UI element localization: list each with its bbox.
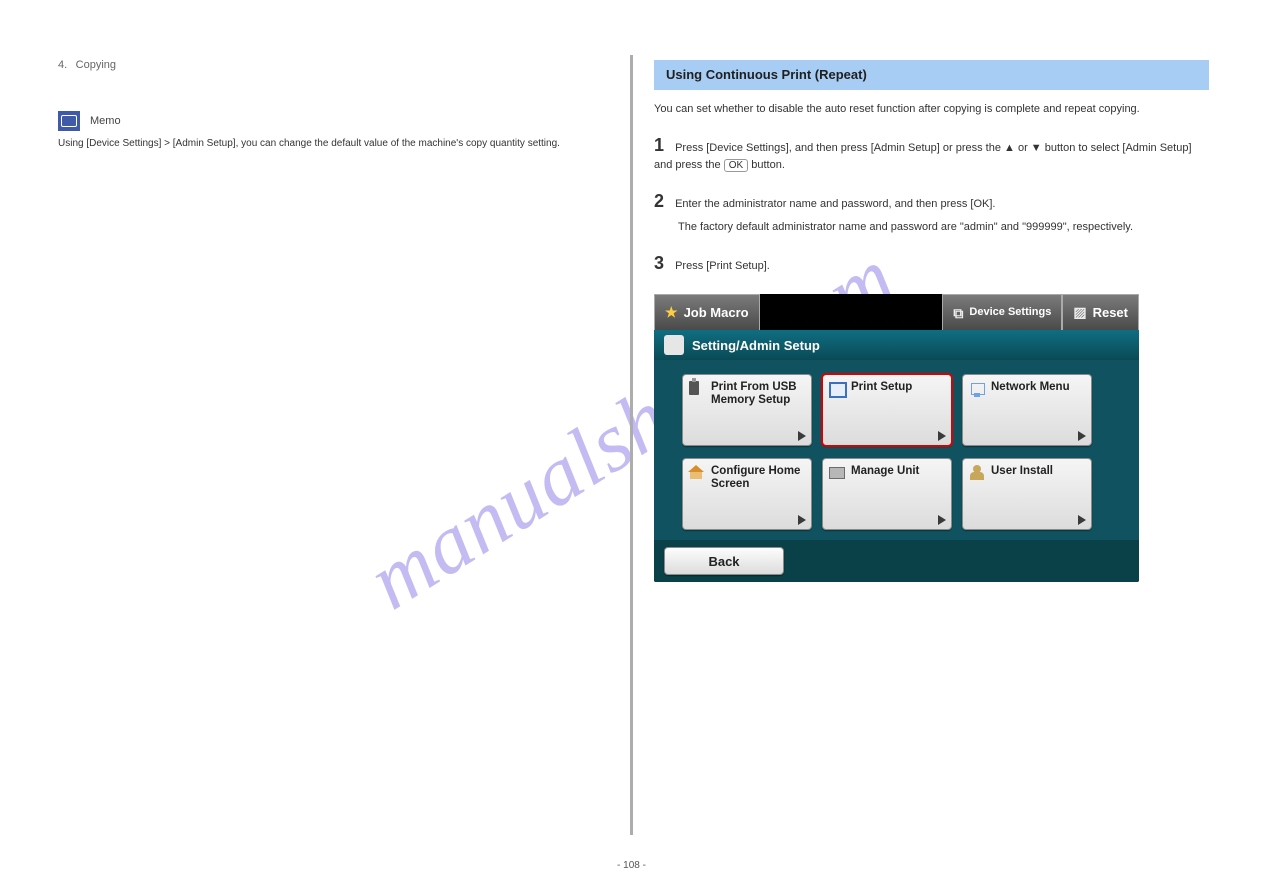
device-screenshot: ★ Job Macro ⧉ Device Settings ▨ Reset Se… <box>654 294 1139 582</box>
chevron-right-icon <box>938 431 946 441</box>
device-settings-icon: ⧉ <box>953 306 963 320</box>
step-2-number: 2 <box>654 191 664 211</box>
tile-user-install[interactable]: User Install <box>962 458 1092 530</box>
memo-body-text: Using [Device Settings] > [Admin Setup],… <box>58 137 578 151</box>
intro-paragraph: You can set whether to disable the auto … <box>654 102 1209 118</box>
tile-label: Manage Unit <box>851 465 919 477</box>
chevron-right-icon <box>1078 515 1086 525</box>
gear-icon <box>664 335 684 355</box>
tile-network-menu[interactable]: Network Menu <box>962 374 1092 446</box>
tile-print-from-usb[interactable]: Print From USB Memory Setup <box>682 374 812 446</box>
step-3: 3 Press [Print Setup]. <box>654 250 1209 276</box>
tile-label: User Install <box>991 465 1053 477</box>
memo-row: Memo <box>58 111 588 131</box>
usb-icon <box>689 381 707 399</box>
tab-spacer <box>760 294 943 330</box>
ok-button-ref: OK <box>724 159 748 172</box>
step-3-number: 3 <box>654 253 664 273</box>
star-icon: ★ <box>665 304 678 321</box>
step-1-number: 1 <box>654 135 664 155</box>
tile-label: Network Menu <box>991 381 1070 393</box>
step-1-text-b: button. <box>751 159 785 171</box>
net-icon <box>969 381 987 399</box>
tile-label: Configure Home Screen <box>711 465 800 490</box>
step-3-text: Press [Print Setup]. <box>675 260 770 272</box>
reset-icon: ▨ <box>1073 304 1086 321</box>
right-column: Using Continuous Print (Repeat) You can … <box>654 60 1209 582</box>
chevron-right-icon <box>798 431 806 441</box>
step-2: 2 Enter the administrator name and passw… <box>654 188 1209 214</box>
section-title: Copying <box>76 59 116 71</box>
user-icon <box>969 465 987 483</box>
tab-job-macro-label: Job Macro <box>684 305 749 320</box>
tile-label: Print Setup <box>851 381 912 393</box>
tab-job-macro[interactable]: ★ Job Macro <box>654 294 760 330</box>
tile-print-setup[interactable]: Print Setup <box>822 374 952 446</box>
device-breadcrumb-label: Setting/Admin Setup <box>692 338 820 353</box>
tab-reset[interactable]: ▨ Reset <box>1062 294 1139 330</box>
tab-device-settings-label: Device Settings <box>969 307 1051 318</box>
chevron-right-icon <box>1078 431 1086 441</box>
device-tile-grid: Print From USB Memory Setup Print Setup Ne… <box>654 360 1139 540</box>
back-button[interactable]: Back <box>664 547 784 575</box>
step-1: 1 Press [Device Settings], and then pres… <box>654 132 1209 174</box>
mgr-icon <box>829 465 847 483</box>
column-divider <box>630 55 633 835</box>
home-icon <box>689 465 707 483</box>
page-number: - 108 - <box>617 860 646 871</box>
tile-manage-unit[interactable]: Manage Unit <box>822 458 952 530</box>
tab-device-settings[interactable]: ⧉ Device Settings <box>942 294 1062 330</box>
device-bottom-bar: Back <box>654 540 1139 582</box>
tab-reset-label: Reset <box>1093 305 1128 320</box>
section-blue-heading: Using Continuous Print (Repeat) <box>654 60 1209 90</box>
print-icon <box>829 381 847 399</box>
left-column: 4. Copying Memo Using [Device Settings] … <box>58 55 588 151</box>
tile-label: Print From USB Memory Setup <box>711 381 797 406</box>
tile-configure-home[interactable]: Configure Home Screen <box>682 458 812 530</box>
chevron-right-icon <box>938 515 946 525</box>
memo-label: Memo <box>90 115 121 127</box>
step-2-text: Enter the administrator name and passwor… <box>675 198 995 210</box>
chevron-right-icon <box>798 515 806 525</box>
step-2-extra: The factory default administrator name a… <box>678 220 1209 236</box>
memo-icon <box>58 111 80 131</box>
section-number: 4. <box>58 59 67 71</box>
device-tab-bar: ★ Job Macro ⧉ Device Settings ▨ Reset <box>654 294 1139 330</box>
device-breadcrumb: Setting/Admin Setup <box>654 330 1139 360</box>
section-header: 4. Copying <box>58 55 588 73</box>
